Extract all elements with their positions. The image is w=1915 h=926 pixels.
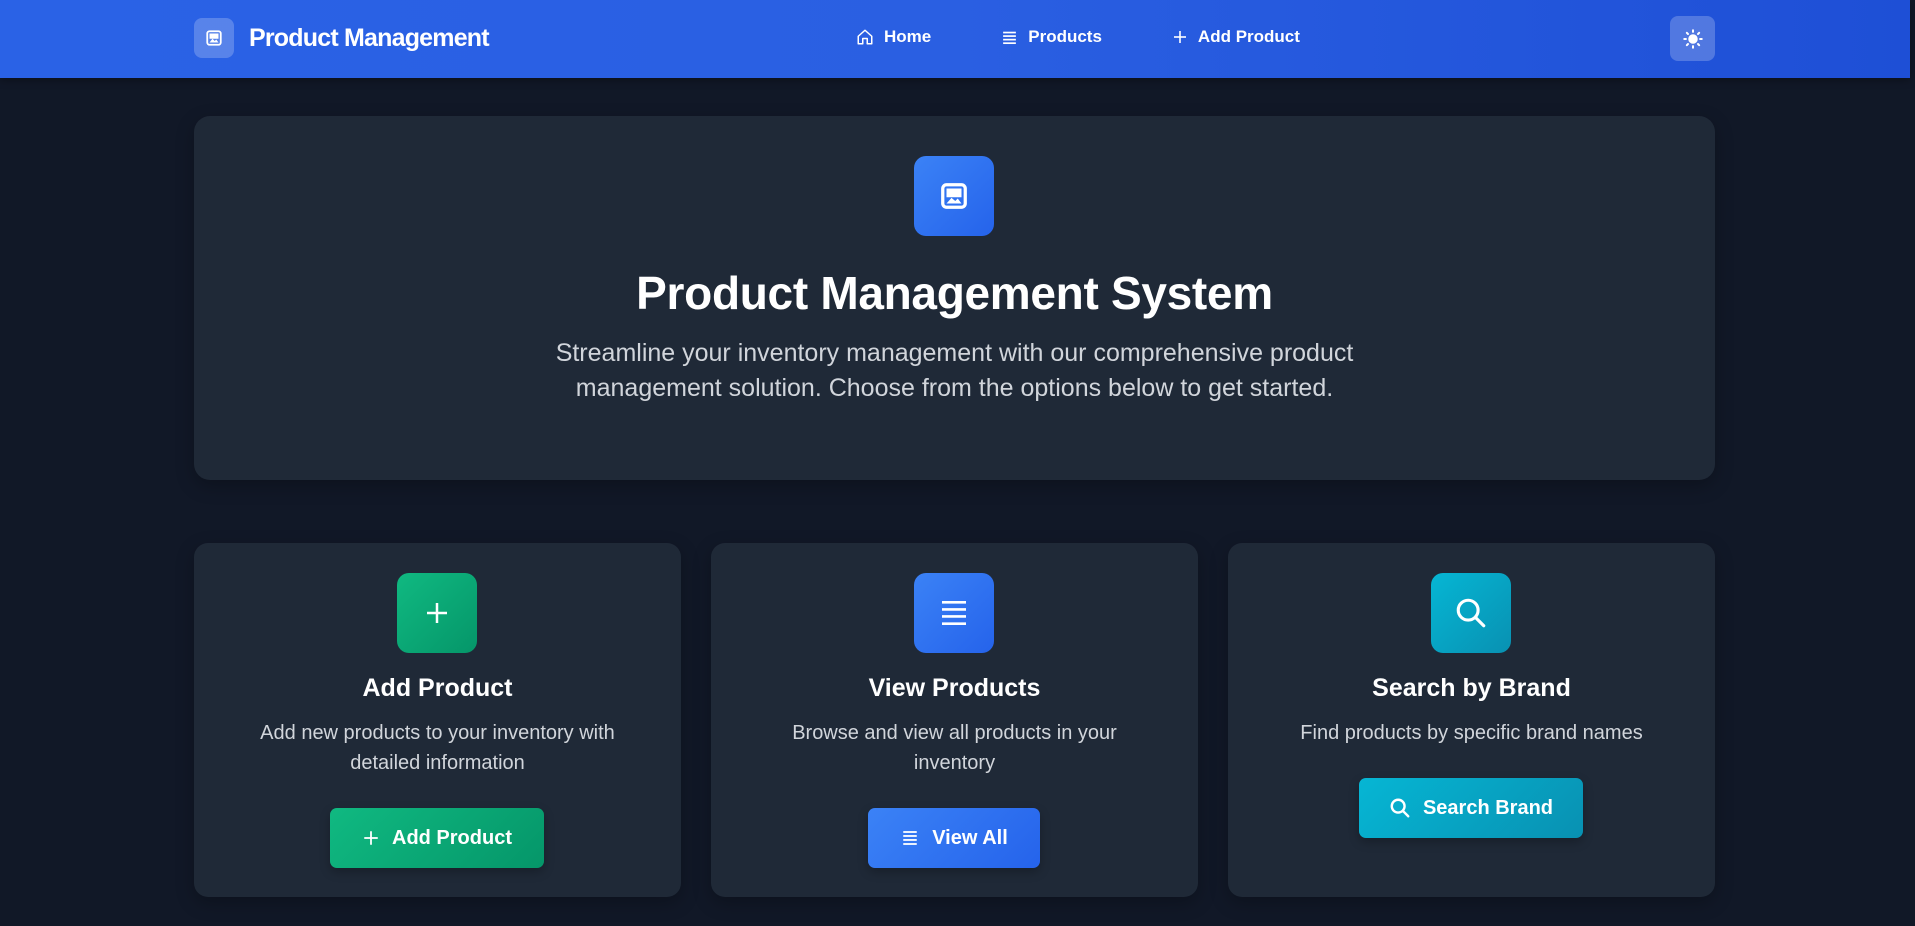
sun-icon <box>1682 28 1703 49</box>
card-title: Add Product <box>362 674 513 702</box>
nav-link-add-product[interactable]: Add Product <box>1172 27 1300 47</box>
plus-icon <box>364 831 378 845</box>
search-brand-button[interactable]: Search Brand <box>1359 778 1583 838</box>
search-brand-button-label: Search Brand <box>1422 796 1554 819</box>
hero-description: Streamline your inventory management wit… <box>555 339 1354 402</box>
search-icon <box>1390 798 1410 818</box>
card-title: View Products <box>868 674 1041 702</box>
card-title: Search by Brand <box>1372 674 1571 702</box>
nav-link-products-label: Products <box>1028 27 1102 46</box>
list-icon <box>914 573 994 653</box>
hero-panel: Product Management System Streamline you… <box>194 116 1715 480</box>
nav-link-products[interactable]: Products <box>1001 27 1102 47</box>
card-description: Browse and view all products in your inv… <box>792 722 1117 774</box>
brand[interactable]: Product Management <box>194 18 490 58</box>
card-description: Find products by specific brand names <box>1300 722 1643 744</box>
view-all-button-label: View All <box>932 826 1008 849</box>
list-icon <box>903 831 917 845</box>
add-product-button[interactable]: Add Product <box>330 808 544 868</box>
card-description: Add new products to your inventory with … <box>260 722 615 774</box>
view-all-button[interactable]: View All <box>868 808 1040 868</box>
page-title: Product Management System <box>636 267 1273 319</box>
card-search-by-brand: Search by Brand Find products by specifi… <box>1228 543 1715 897</box>
plus-icon <box>1173 31 1186 43</box>
search-icon <box>1431 573 1511 653</box>
home-icon <box>857 29 873 45</box>
brand-title: Product Management <box>249 23 490 52</box>
theme-toggle-button[interactable] <box>1670 16 1715 61</box>
nav-link-add-product-label: Add Product <box>1197 27 1300 46</box>
add-product-button-label: Add Product <box>392 826 512 849</box>
nav-link-home-label: Home <box>884 27 932 46</box>
image-icon <box>194 18 234 58</box>
main-nav: Home Products Add Product <box>856 27 1300 47</box>
card-view-products: View Products Browse and view all produc… <box>711 543 1198 897</box>
plus-icon <box>397 573 477 653</box>
list-icon <box>1003 31 1017 44</box>
card-add-product: Add Product Add new products to your inv… <box>194 543 681 897</box>
top-navbar: Product Management Home Products Add Pro… <box>0 0 1910 78</box>
image-icon <box>914 156 994 236</box>
nav-link-home[interactable]: Home <box>856 27 931 47</box>
